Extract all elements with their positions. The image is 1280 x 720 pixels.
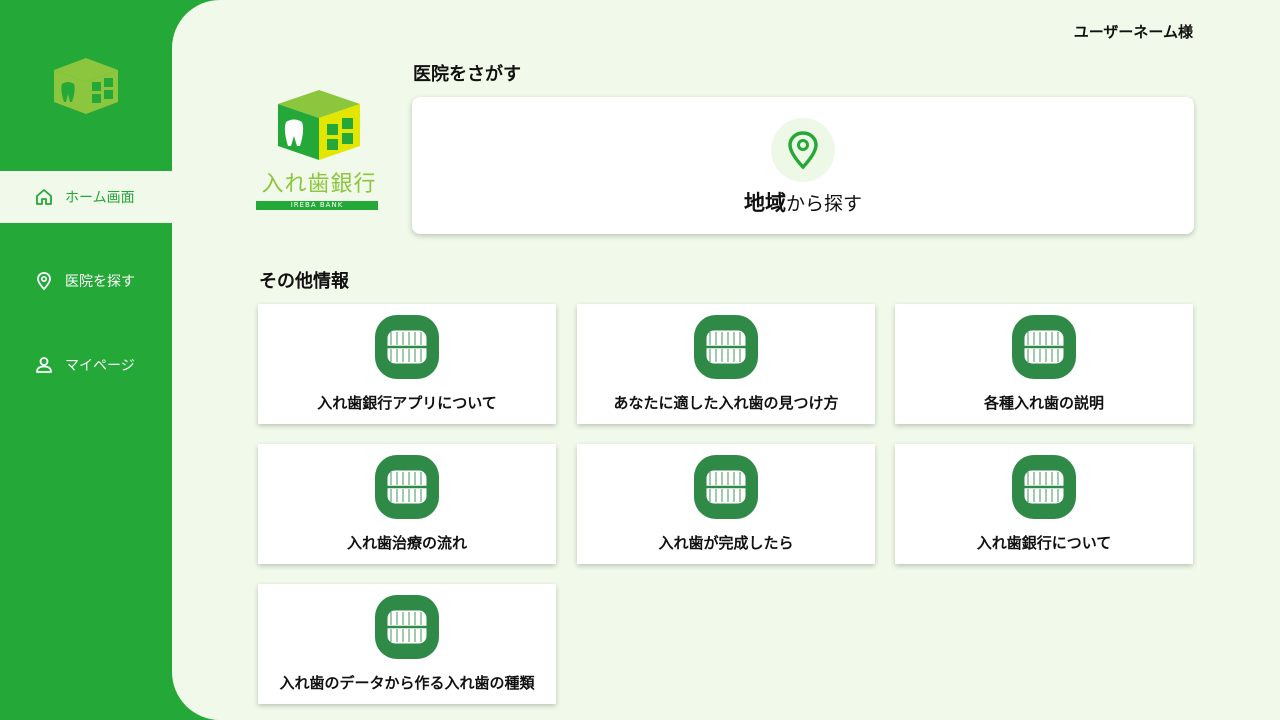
info-card[interactable]: 入れ歯のデータから作る入れ歯の種類	[258, 584, 556, 704]
sidebar-item-label: マイページ	[65, 358, 135, 374]
sidebar-item-find-clinic[interactable]: 医院を探す	[0, 255, 172, 307]
info-card[interactable]: あなたに適した入れ歯の見つけ方	[577, 304, 875, 424]
home-icon	[34, 187, 54, 207]
sidebar-item-mypage[interactable]: マイページ	[0, 339, 172, 391]
brand-name: 入れ歯銀行	[261, 172, 377, 197]
info-card-label: 入れ歯治療の流れ	[346, 534, 467, 552]
info-section-title: その他情報	[259, 271, 349, 292]
info-card-label: 入れ歯が完成したら	[658, 534, 794, 552]
sidebar-item-label: 医院を探す	[65, 274, 135, 290]
sidebar: ホーム画面 医院を探す マイページ	[0, 0, 172, 720]
user-icon	[34, 355, 54, 375]
dentures-icon	[694, 455, 758, 519]
info-card-label: あなたに適した入れ歯の見つけ方	[613, 394, 839, 412]
info-card[interactable]: 入れ歯銀行について	[895, 444, 1193, 564]
sidebar-item-label: ホーム画面	[65, 190, 135, 206]
brand-subtitle: IREBA BANK	[256, 201, 378, 210]
info-card-label: 入れ歯のデータから作る入れ歯の種類	[279, 674, 535, 692]
location-pin-icon	[34, 271, 54, 291]
main-content: ユーザーネーム様 入れ歯銀行 IREBA BANK 医院をさがす 地域から探す …	[172, 0, 1280, 720]
brand-cube-icon	[278, 90, 360, 160]
search-label-bold: 地域	[743, 191, 786, 215]
dentures-icon	[375, 595, 439, 659]
brand-logo: 入れ歯銀行 IREBA BANK	[256, 88, 382, 210]
dentures-icon	[1012, 315, 1076, 379]
info-card[interactable]: 入れ歯治療の流れ	[258, 444, 556, 564]
info-card[interactable]: 入れ歯が完成したら	[577, 444, 875, 564]
info-card-label: 各種入れ歯の説明	[983, 394, 1104, 412]
search-by-region-label: 地域から探す	[412, 187, 1194, 217]
info-card-label: 入れ歯銀行について	[976, 534, 1112, 552]
info-card[interactable]: 入れ歯銀行アプリについて	[258, 304, 556, 424]
dentures-icon	[375, 315, 439, 379]
sidebar-item-home[interactable]: ホーム画面	[0, 171, 172, 223]
search-label-rest: から探す	[785, 193, 862, 215]
app-logo-icon[interactable]	[52, 56, 120, 116]
dentures-icon	[375, 455, 439, 519]
info-card[interactable]: 各種入れ歯の説明	[895, 304, 1193, 424]
dentures-icon	[694, 315, 758, 379]
location-pin-icon	[771, 118, 835, 182]
search-by-region-card[interactable]: 地域から探す	[412, 97, 1194, 234]
dentures-icon	[1012, 455, 1076, 519]
search-section-title: 医院をさがす	[413, 64, 521, 85]
info-card-label: 入れ歯銀行アプリについて	[317, 394, 497, 412]
username[interactable]: ユーザーネーム様	[1074, 21, 1193, 42]
